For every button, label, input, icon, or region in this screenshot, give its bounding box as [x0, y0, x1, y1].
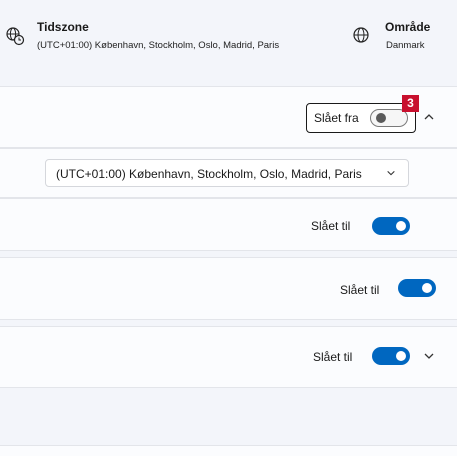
chevron-up-icon[interactable] [423, 111, 435, 123]
region-value: Danmark [386, 40, 425, 51]
toggle-knob [376, 113, 386, 123]
chevron-down-icon [387, 170, 395, 176]
globe-clock-icon [6, 27, 25, 46]
step-badge: 3 [402, 95, 419, 112]
region-title: Område [385, 20, 431, 34]
timezone-dropdown[interactable]: (UTC+01:00) København, Stockholm, Oslo, … [45, 159, 409, 187]
timezone-value: (UTC+01:00) København, Stockholm, Oslo, … [37, 40, 280, 51]
toggle-knob [396, 351, 406, 361]
row3-toggle[interactable] [398, 279, 436, 297]
row2-state-label: Slået til [311, 219, 351, 233]
globe-icon [353, 27, 369, 43]
info-header: Tidszone (UTC+01:00) København, Stockhol… [0, 0, 457, 70]
setting-card-5 [0, 445, 457, 456]
row4-toggle[interactable] [372, 347, 410, 365]
auto-time-state-label: Slået fra [314, 111, 359, 125]
setting-card-3 [0, 257, 457, 320]
row2-toggle[interactable] [372, 217, 410, 235]
chevron-down-icon[interactable] [423, 350, 435, 362]
timezone-dropdown-value: (UTC+01:00) København, Stockholm, Oslo, … [56, 167, 362, 181]
timezone-title: Tidszone [37, 20, 89, 34]
toggle-knob [396, 221, 406, 231]
row4-state-label: Slået til [313, 350, 353, 364]
row3-state-label: Slået til [340, 283, 380, 297]
toggle-knob [422, 283, 432, 293]
